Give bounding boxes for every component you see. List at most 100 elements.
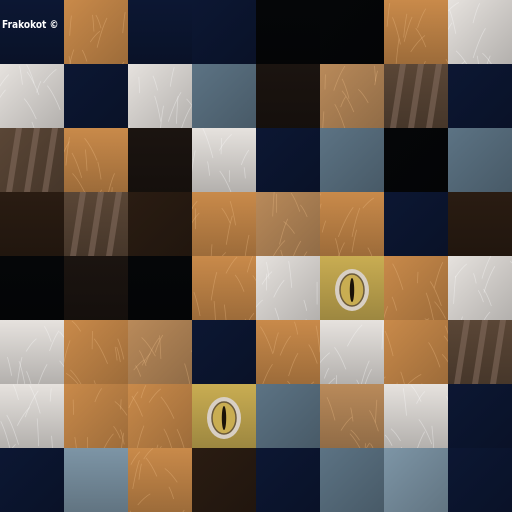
- puzzle-tile[interactable]: [64, 128, 128, 192]
- tile-image: [320, 0, 384, 64]
- puzzle-tile[interactable]: [64, 64, 128, 128]
- puzzle-tile[interactable]: [128, 320, 192, 384]
- puzzle-tile[interactable]: [192, 128, 256, 192]
- puzzle-tile[interactable]: [256, 384, 320, 448]
- tile-image: [64, 64, 128, 128]
- puzzle-tile[interactable]: [448, 384, 512, 448]
- puzzle-tile[interactable]: [384, 0, 448, 64]
- puzzle-tile[interactable]: [320, 128, 384, 192]
- tile-image: [384, 256, 448, 320]
- puzzle-tile[interactable]: [0, 320, 64, 384]
- puzzle-tile[interactable]: [256, 256, 320, 320]
- tile-image: [384, 192, 448, 256]
- puzzle-tile[interactable]: [320, 256, 384, 320]
- puzzle-tile[interactable]: [128, 192, 192, 256]
- tile-image: [384, 0, 448, 64]
- puzzle-tile[interactable]: [320, 64, 384, 128]
- tile-image: [256, 64, 320, 128]
- puzzle-tile[interactable]: [384, 64, 448, 128]
- tile-image: [320, 384, 384, 448]
- tile-image: [128, 64, 192, 128]
- tile-image: [320, 256, 384, 320]
- puzzle-tile[interactable]: [0, 64, 64, 128]
- tile-image: [64, 0, 128, 64]
- puzzle-tile[interactable]: [384, 128, 448, 192]
- puzzle-tile[interactable]: [384, 192, 448, 256]
- puzzle-tile[interactable]: [256, 320, 320, 384]
- puzzle-tile[interactable]: [448, 448, 512, 512]
- puzzle-tile[interactable]: [0, 0, 64, 64]
- tile-image: [256, 128, 320, 192]
- puzzle-tile[interactable]: [128, 448, 192, 512]
- tile-image: [64, 448, 128, 512]
- tile-image: [128, 128, 192, 192]
- puzzle-tile[interactable]: [320, 320, 384, 384]
- puzzle-tile[interactable]: [256, 0, 320, 64]
- puzzle-tile[interactable]: [192, 448, 256, 512]
- puzzle-tile[interactable]: [256, 128, 320, 192]
- puzzle-tile[interactable]: [320, 0, 384, 64]
- tile-image: [256, 192, 320, 256]
- puzzle-tile[interactable]: [448, 64, 512, 128]
- tile-image: [256, 448, 320, 512]
- tile-image: [320, 320, 384, 384]
- puzzle-tile[interactable]: [0, 192, 64, 256]
- puzzle-tile[interactable]: [448, 192, 512, 256]
- tile-image: [128, 192, 192, 256]
- puzzle-tile[interactable]: [256, 192, 320, 256]
- tile-image: [0, 320, 64, 384]
- puzzle-tile[interactable]: [320, 192, 384, 256]
- puzzle-tile[interactable]: [320, 384, 384, 448]
- tile-image: [128, 448, 192, 512]
- puzzle-tile[interactable]: [64, 448, 128, 512]
- puzzle-tile[interactable]: [384, 448, 448, 512]
- puzzle-tile[interactable]: [0, 256, 64, 320]
- puzzle-tile[interactable]: [128, 64, 192, 128]
- tile-image: [64, 320, 128, 384]
- puzzle-tile[interactable]: [192, 384, 256, 448]
- puzzle-tile[interactable]: [448, 320, 512, 384]
- tile-image: [192, 448, 256, 512]
- puzzle-tile[interactable]: [192, 64, 256, 128]
- puzzle-tile[interactable]: [64, 256, 128, 320]
- tile-image: [128, 0, 192, 64]
- tile-image: [64, 256, 128, 320]
- puzzle-tile[interactable]: [64, 0, 128, 64]
- tile-image: [128, 384, 192, 448]
- puzzle-tile[interactable]: [448, 128, 512, 192]
- tile-image: [256, 0, 320, 64]
- puzzle-tile[interactable]: [256, 448, 320, 512]
- puzzle-tile[interactable]: [64, 192, 128, 256]
- puzzle-tile[interactable]: [448, 256, 512, 320]
- puzzle-tile[interactable]: [0, 128, 64, 192]
- puzzle-tile[interactable]: [320, 448, 384, 512]
- tile-image: [448, 0, 512, 64]
- puzzle-tile[interactable]: [192, 0, 256, 64]
- puzzle-tile[interactable]: [0, 448, 64, 512]
- puzzle-tile[interactable]: [128, 128, 192, 192]
- tile-image: [0, 256, 64, 320]
- tile-image: [192, 192, 256, 256]
- puzzle-tile[interactable]: [384, 384, 448, 448]
- tile-image: [256, 256, 320, 320]
- tile-image: [448, 192, 512, 256]
- puzzle-tile[interactable]: [448, 0, 512, 64]
- puzzle-tile[interactable]: [64, 320, 128, 384]
- tile-image: [128, 320, 192, 384]
- tile-image: [0, 64, 64, 128]
- puzzle-tile[interactable]: [0, 384, 64, 448]
- puzzle-tile[interactable]: [192, 192, 256, 256]
- puzzle-tile[interactable]: [384, 256, 448, 320]
- puzzle-tile[interactable]: [128, 256, 192, 320]
- tile-image: [320, 64, 384, 128]
- puzzle-tile[interactable]: [128, 0, 192, 64]
- puzzle-tile[interactable]: [256, 64, 320, 128]
- puzzle-tile[interactable]: [192, 320, 256, 384]
- tile-image: [128, 256, 192, 320]
- tile-image: [192, 256, 256, 320]
- tile-image: [0, 192, 64, 256]
- puzzle-tile[interactable]: [128, 384, 192, 448]
- puzzle-tile[interactable]: [64, 384, 128, 448]
- puzzle-tile[interactable]: [384, 320, 448, 384]
- puzzle-tile[interactable]: [192, 256, 256, 320]
